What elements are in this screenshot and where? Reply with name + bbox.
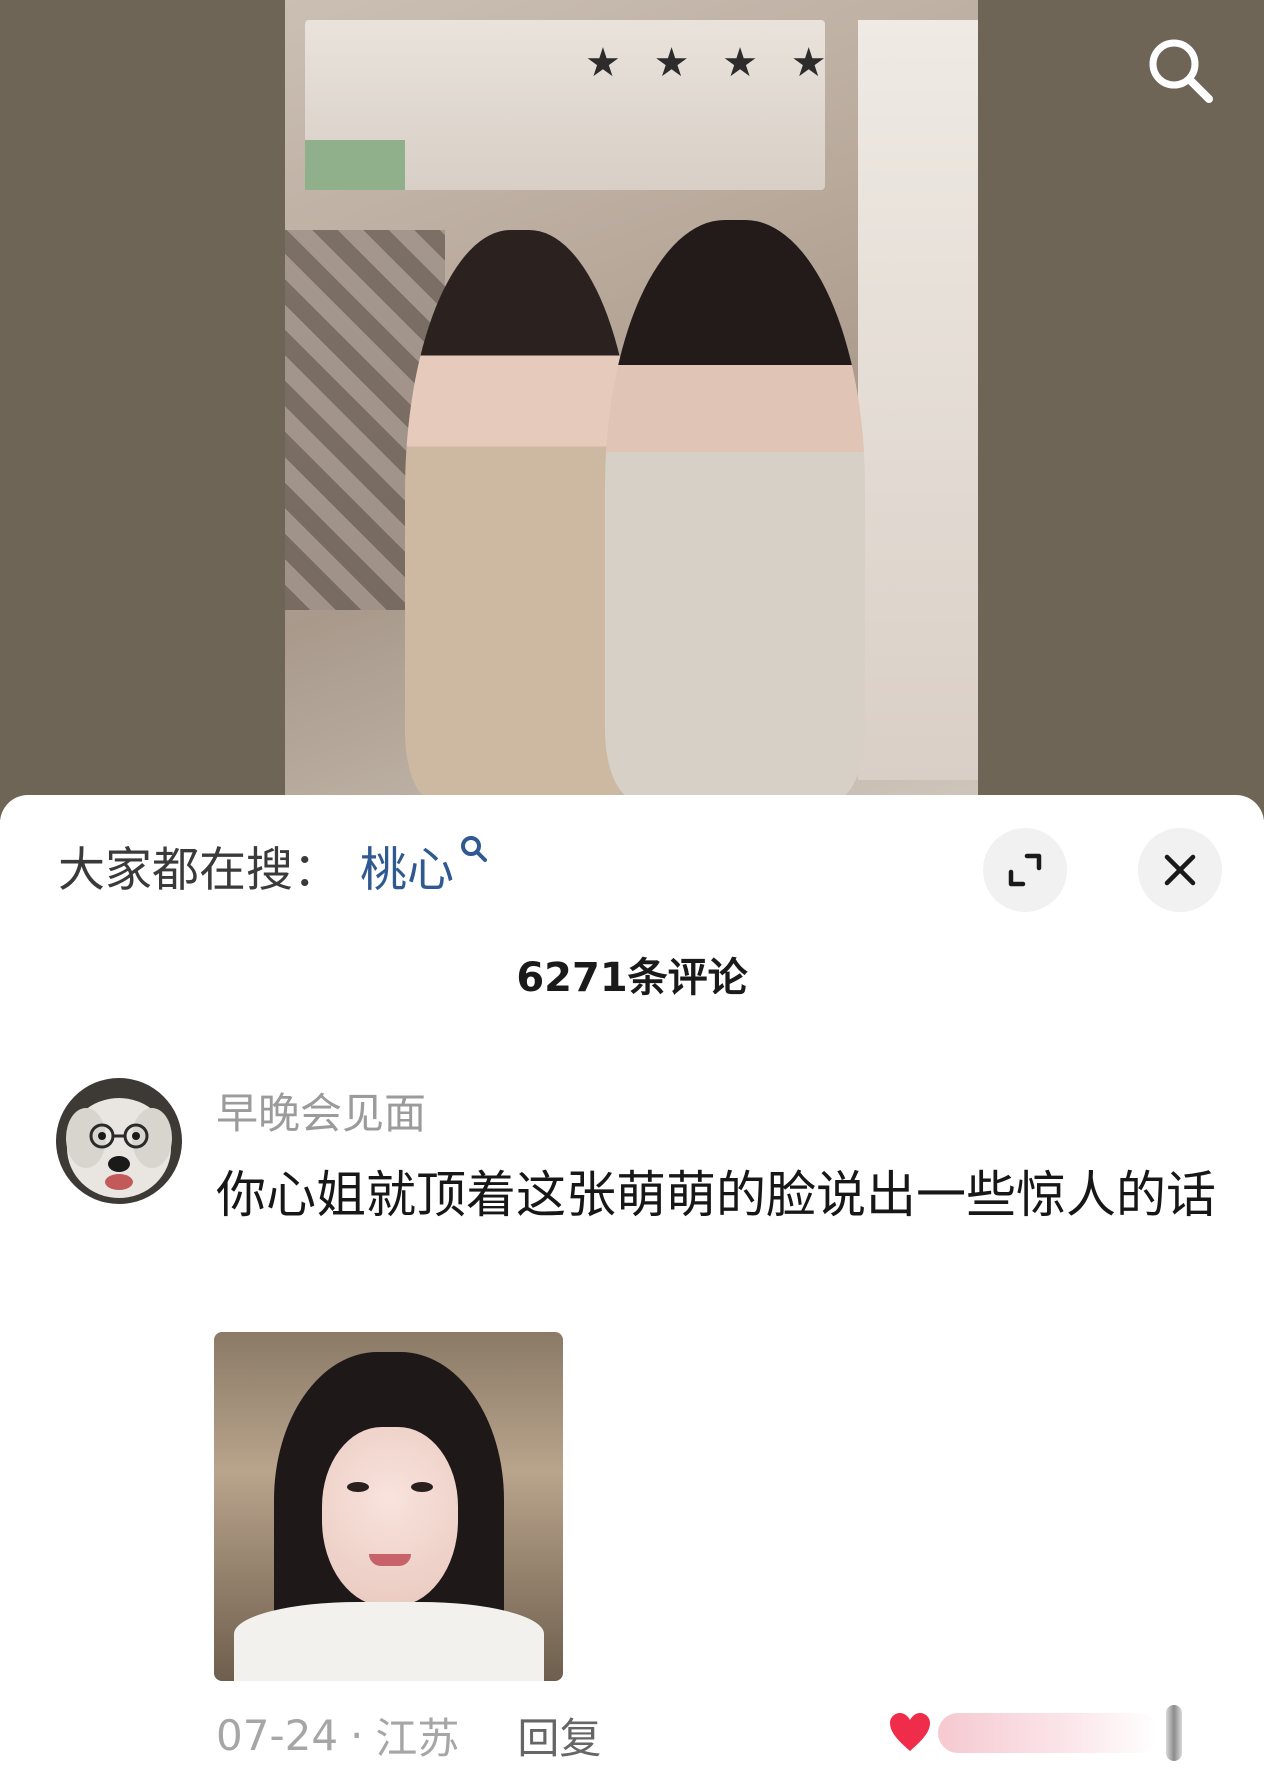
comment-username[interactable]: 早晚会见面	[216, 1080, 426, 1141]
comment-date: 07-24	[216, 1711, 339, 1760]
trending-search: 大家都在搜： 桃心	[58, 835, 488, 898]
comment-location: 江苏	[375, 1714, 460, 1763]
image-eye-left	[347, 1482, 369, 1492]
star-decorations: ★ ★ ★ ★	[585, 40, 837, 86]
search-icon	[1149, 39, 1213, 103]
person-right	[605, 220, 865, 800]
like-area	[888, 1705, 1208, 1761]
image-eye-right	[411, 1482, 433, 1492]
search-icon	[461, 836, 487, 862]
person-left	[405, 230, 635, 800]
like-count-blur	[938, 1713, 1158, 1753]
expand-icon	[1008, 853, 1042, 887]
right-poster	[858, 20, 978, 780]
comment-count: 6271条评论	[516, 955, 748, 1001]
reply-button[interactable]: 回复	[517, 1705, 601, 1766]
video-frame: ★ ★ ★ ★	[285, 0, 978, 800]
comment-text: 你心姐就顶着这张萌萌的脸说出一些惊人的话	[216, 1166, 1216, 1224]
video-player[interactable]: ★ ★ ★ ★	[0, 0, 1264, 820]
dog-avatar-image	[56, 1078, 182, 1204]
image-face	[322, 1427, 458, 1607]
comment-meta: 07-24 · 江苏 回复	[216, 1705, 601, 1766]
trending-topic-link[interactable]: 桃心	[360, 831, 454, 900]
close-button[interactable]	[1138, 828, 1222, 912]
meta-separator: ·	[350, 1711, 364, 1760]
expand-button[interactable]	[983, 828, 1067, 912]
comments-sheet: 大家都在搜： 桃心 6271条评论 早晚会见面 你心姐就顶着这张萌萌的脸说出一些…	[0, 795, 1264, 1789]
image-mouth	[369, 1554, 411, 1566]
scroll-handle[interactable]	[1166, 1705, 1182, 1761]
close-icon	[1164, 854, 1196, 886]
trending-label: 大家都在搜：	[58, 842, 340, 898]
comment-image[interactable]	[214, 1332, 563, 1681]
search-button[interactable]	[1140, 30, 1220, 110]
avatar[interactable]	[56, 1078, 182, 1204]
image-shirt	[234, 1602, 544, 1681]
heart-icon[interactable]	[888, 1711, 932, 1755]
banner-green-strip	[305, 140, 405, 190]
